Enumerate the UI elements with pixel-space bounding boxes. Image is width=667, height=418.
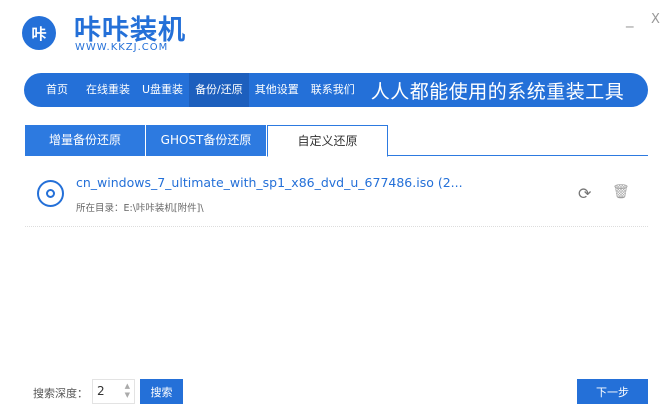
trash-icon[interactable]: 🗑 xyxy=(612,184,630,200)
nav-contact-us[interactable]: 联系我们 xyxy=(305,73,361,107)
nav-online-reinstall[interactable]: 在线重装 xyxy=(80,73,136,107)
logo-icon: 咔 xyxy=(22,16,56,50)
close-button[interactable]: X xyxy=(651,12,660,27)
nav-home[interactable]: 首页 xyxy=(40,73,74,107)
spinner-arrows-icon[interactable]: ▲ ▼ xyxy=(125,382,130,400)
refresh-icon[interactable]: ⟳ xyxy=(578,184,591,203)
search-button[interactable]: 搜索 xyxy=(140,379,183,404)
divider xyxy=(25,226,648,227)
file-path: 所在目录：E:\咔咔装机[附件]\ xyxy=(76,203,204,214)
nav-usb-reinstall[interactable]: U盘重装 xyxy=(136,73,189,107)
tab-custom-restore[interactable]: 自定义还原 xyxy=(267,125,388,157)
search-depth-label: 搜索深度： xyxy=(33,387,88,400)
nav-other-settings[interactable]: 其他设置 xyxy=(249,73,305,107)
nav-backup-restore[interactable]: 备份/还原 xyxy=(189,73,249,107)
main-nav: 首页 在线重装 U盘重装 备份/还原 其他设置 联系我们 人人都能使用的系统重装… xyxy=(24,73,648,107)
tab-ghost-backup[interactable]: GHOST备份还原 xyxy=(146,125,267,156)
app-url: WWW.KKZJ.COM xyxy=(75,42,169,53)
search-depth-stepper[interactable]: 2 ▲ ▼ xyxy=(92,379,135,404)
file-name[interactable]: cn_windows_7_ultimate_with_sp1_x86_dvd_u… xyxy=(76,175,463,190)
slogan: 人人都能使用的系统重装工具 xyxy=(370,80,625,103)
tab-incremental-backup[interactable]: 增量备份还原 xyxy=(25,125,146,156)
next-step-button[interactable]: 下一步 xyxy=(577,379,648,404)
minimize-button[interactable]: _ xyxy=(626,10,634,28)
tab-bar: 增量备份还原 GHOST备份还原 自定义还原 xyxy=(25,125,648,157)
disc-icon xyxy=(37,180,64,207)
search-depth-value: 2 xyxy=(97,384,105,398)
